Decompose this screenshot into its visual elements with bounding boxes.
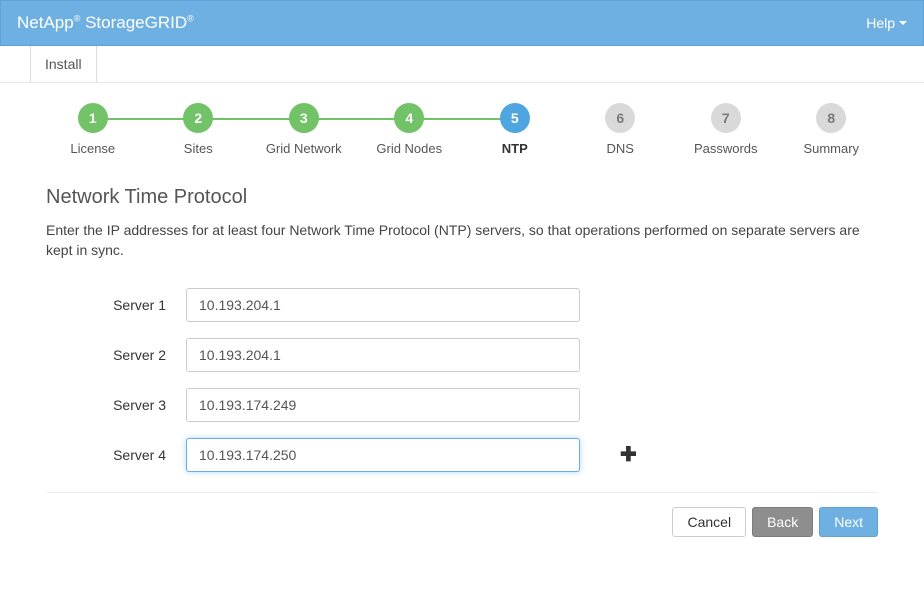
step-circle: 4 (394, 103, 424, 133)
step-label: Summary (803, 141, 859, 156)
server-label: Server 2 (46, 347, 186, 363)
server-row: Server 4 ✚ (46, 438, 878, 472)
breadcrumb-bar: Install (0, 46, 924, 83)
help-label: Help (866, 15, 895, 31)
wizard-step-ntp[interactable]: 5 NTP (462, 103, 568, 156)
server-input-3[interactable] (186, 388, 580, 422)
step-label: DNS (607, 141, 634, 156)
server-form: Server 1 Server 2 Server 3 Server 4 ✚ (46, 288, 878, 472)
wizard-step-passwords[interactable]: 7 Passwords (673, 103, 779, 156)
page-content: Network Time Protocol Enter the IP addre… (40, 186, 884, 472)
wizard-steps: 1 License 2 Sites 3 Grid Network 4 Grid Nodes 5 N… (40, 103, 884, 156)
add-server-icon[interactable]: ✚ (620, 445, 637, 465)
server-row: Server 2 (46, 338, 878, 372)
step-label: Grid Nodes (376, 141, 442, 156)
wizard-step-grid-nodes[interactable]: 4 Grid Nodes (357, 103, 463, 156)
step-circle: 5 (500, 103, 530, 133)
server-label: Server 3 (46, 397, 186, 413)
wizard-step-grid-network[interactable]: 3 Grid Network (251, 103, 357, 156)
breadcrumb-install[interactable]: Install (30, 46, 97, 82)
step-label: Sites (184, 141, 213, 156)
reg-mark-icon: ® (187, 13, 194, 23)
separator (46, 492, 878, 493)
wizard-step-sites[interactable]: 2 Sites (146, 103, 252, 156)
wizard-step-dns[interactable]: 6 DNS (568, 103, 674, 156)
step-circle: 6 (605, 103, 635, 133)
next-button[interactable]: Next (819, 507, 878, 537)
server-label: Server 4 (46, 447, 186, 463)
server-input-4[interactable] (186, 438, 580, 472)
server-row: Server 3 (46, 388, 878, 422)
page-description: Enter the IP addresses for at least four… (46, 221, 878, 260)
reg-mark-icon: ® (74, 13, 81, 23)
step-label: Passwords (694, 141, 758, 156)
step-circle: 7 (711, 103, 741, 133)
brand: NetApp® StorageGRID® (17, 13, 194, 33)
brand-prefix: NetApp (17, 13, 74, 32)
top-bar: NetApp® StorageGRID® Help (0, 0, 924, 46)
chevron-down-icon (899, 21, 907, 25)
step-connector (409, 118, 515, 120)
wizard-step-summary[interactable]: 8 Summary (779, 103, 885, 156)
step-label: Grid Network (266, 141, 342, 156)
wizard-step-license[interactable]: 1 License (40, 103, 146, 156)
back-button[interactable]: Back (752, 507, 813, 537)
step-connector (198, 118, 304, 120)
step-label: License (70, 141, 115, 156)
wizard-container: 1 License 2 Sites 3 Grid Network 4 Grid Nodes 5 N… (0, 83, 924, 557)
step-label: NTP (502, 141, 528, 156)
server-row: Server 1 (46, 288, 878, 322)
step-circle: 8 (816, 103, 846, 133)
footer-buttons: Cancel Back Next (40, 507, 884, 557)
step-circle: 2 (183, 103, 213, 133)
server-input-1[interactable] (186, 288, 580, 322)
step-circle: 1 (78, 103, 108, 133)
server-input-2[interactable] (186, 338, 580, 372)
brand-suffix: StorageGRID (85, 13, 187, 32)
step-circle: 3 (289, 103, 319, 133)
page-title: Network Time Protocol (46, 186, 878, 209)
server-label: Server 1 (46, 297, 186, 313)
help-menu[interactable]: Help (866, 15, 907, 31)
cancel-button[interactable]: Cancel (672, 507, 746, 537)
